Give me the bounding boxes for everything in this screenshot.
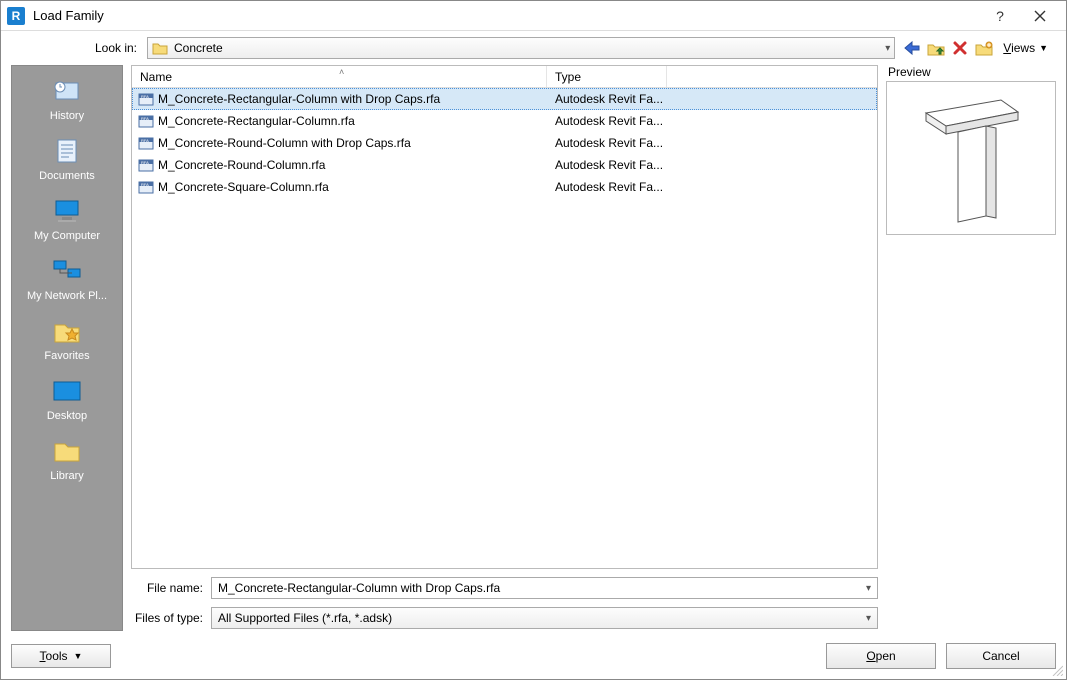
open-button[interactable]: Open <box>826 643 936 669</box>
rfa-file-icon: RFA <box>138 114 154 128</box>
chevron-down-icon: ▾ <box>866 613 871 624</box>
file-type-cell: Autodesk Revit Fa... <box>547 92 667 106</box>
file-type-cell: Autodesk Revit Fa... <box>547 180 667 194</box>
list-header: Name ˄ Type <box>132 66 877 88</box>
chevron-down-icon: ▼ <box>74 651 83 661</box>
history-icon <box>49 76 85 106</box>
file-name-cell: RFAM_Concrete-Round-Column.rfa <box>132 158 547 172</box>
svg-text:RFA: RFA <box>141 116 149 121</box>
filetype-row: Files of type: All Supported Files (*.rf… <box>131 607 878 629</box>
new-folder-icon[interactable] <box>975 39 993 57</box>
lookin-row: Look in: Concrete ▾ Views ▼ <box>1 31 1066 65</box>
table-row[interactable]: RFAM_Concrete-Rectangular-Column with Dr… <box>132 88 877 110</box>
rfa-file-icon: RFA <box>138 158 154 172</box>
file-list: Name ˄ Type RFAM_Concrete-Rectangular-Co… <box>131 65 878 569</box>
preview-image-icon <box>906 88 1036 228</box>
chevron-down-icon: ▼ <box>1039 43 1048 53</box>
folder-icon <box>152 41 168 55</box>
filetype-select[interactable]: All Supported Files (*.rfa, *.adsk) ▾ <box>211 607 878 629</box>
place-label: Desktop <box>47 410 87 422</box>
place-documents[interactable]: Documents <box>16 136 118 182</box>
table-row[interactable]: RFAM_Concrete-Round-Column with Drop Cap… <box>132 132 877 154</box>
filename-label: File name: <box>131 581 211 595</box>
lookin-select[interactable]: Concrete ▾ <box>147 37 895 59</box>
column-header-type[interactable]: Type <box>547 66 667 87</box>
table-row[interactable]: RFAM_Concrete-Square-Column.rfaAutodesk … <box>132 176 877 198</box>
rfa-file-icon: RFA <box>138 136 154 150</box>
body-area: History Documents My Computer My Network… <box>1 65 1066 637</box>
lookin-value: Concrete <box>174 41 223 55</box>
place-label: My Computer <box>34 230 100 242</box>
desktop-icon <box>49 376 85 406</box>
file-name-cell: RFAM_Concrete-Square-Column.rfa <box>132 180 547 194</box>
place-mycomputer[interactable]: My Computer <box>16 196 118 242</box>
place-label: My Network Pl... <box>27 290 107 302</box>
place-label: Library <box>50 470 84 482</box>
preview-box <box>886 81 1056 235</box>
window-title: Load Family <box>33 8 980 23</box>
cancel-button[interactable]: Cancel <box>946 643 1056 669</box>
place-network[interactable]: My Network Pl... <box>16 256 118 302</box>
svg-text:RFA: RFA <box>141 94 149 99</box>
place-label: Favorites <box>44 350 89 362</box>
bottom-bar: Tools ▼ Open Cancel <box>1 637 1066 679</box>
file-type-cell: Autodesk Revit Fa... <box>547 136 667 150</box>
file-name-cell: RFAM_Concrete-Round-Column with Drop Cap… <box>132 136 547 150</box>
folder-up-icon[interactable] <box>927 39 945 57</box>
filetype-label: Files of type: <box>131 611 211 625</box>
place-library[interactable]: Library <box>16 436 118 482</box>
network-icon <box>49 256 85 286</box>
file-name-cell: RFAM_Concrete-Rectangular-Column.rfa <box>132 114 547 128</box>
table-row[interactable]: RFAM_Concrete-Rectangular-Column.rfaAuto… <box>132 110 877 132</box>
lookin-label: Look in: <box>11 41 147 55</box>
chevron-down-icon: ▾ <box>866 583 871 594</box>
views-menu[interactable]: Views ▼ <box>999 39 1052 57</box>
places-bar: History Documents My Computer My Network… <box>11 65 123 631</box>
resize-grip-icon[interactable] <box>1051 664 1063 676</box>
svg-text:RFA: RFA <box>141 138 149 143</box>
list-body[interactable]: RFAM_Concrete-Rectangular-Column with Dr… <box>132 88 877 568</box>
load-family-dialog: R Load Family ? Look in: Concrete ▾ <box>0 0 1067 680</box>
place-desktop[interactable]: Desktop <box>16 376 118 422</box>
documents-icon <box>49 136 85 166</box>
place-favorites[interactable]: Favorites <box>16 316 118 362</box>
library-icon <box>49 436 85 466</box>
tools-menu[interactable]: Tools ▼ <box>11 644 111 668</box>
preview-column: Preview <box>886 65 1056 631</box>
filename-input[interactable]: M_Concrete-Rectangular-Column with Drop … <box>211 577 878 599</box>
toolbar-icons: Views ▼ <box>903 39 1052 57</box>
computer-icon <box>49 196 85 226</box>
rfa-file-icon: RFA <box>138 180 154 194</box>
column-header-name[interactable]: Name ˄ <box>132 66 547 87</box>
filename-row: File name: M_Concrete-Rectangular-Column… <box>131 577 878 599</box>
file-name-cell: RFAM_Concrete-Rectangular-Column with Dr… <box>132 92 547 106</box>
delete-icon[interactable] <box>951 39 969 57</box>
sort-caret-icon: ˄ <box>339 67 344 77</box>
back-icon[interactable] <box>903 39 921 57</box>
file-type-cell: Autodesk Revit Fa... <box>547 158 667 172</box>
svg-text:RFA: RFA <box>141 160 149 165</box>
main-column: Name ˄ Type RFAM_Concrete-Rectangular-Co… <box>131 65 878 631</box>
place-history[interactable]: History <box>16 76 118 122</box>
table-row[interactable]: RFAM_Concrete-Round-Column.rfaAutodesk R… <box>132 154 877 176</box>
file-fields: File name: M_Concrete-Rectangular-Column… <box>131 569 878 631</box>
place-label: History <box>50 110 84 122</box>
svg-text:RFA: RFA <box>141 182 149 187</box>
revit-app-icon: R <box>7 7 25 25</box>
help-button[interactable]: ? <box>980 3 1020 29</box>
titlebar: R Load Family ? <box>1 1 1066 31</box>
file-type-cell: Autodesk Revit Fa... <box>547 114 667 128</box>
preview-label: Preview <box>886 65 1056 79</box>
place-label: Documents <box>39 170 95 182</box>
chevron-down-icon: ▾ <box>885 43 890 54</box>
favorites-icon <box>49 316 85 346</box>
close-button[interactable] <box>1020 3 1060 29</box>
rfa-file-icon: RFA <box>138 92 154 106</box>
